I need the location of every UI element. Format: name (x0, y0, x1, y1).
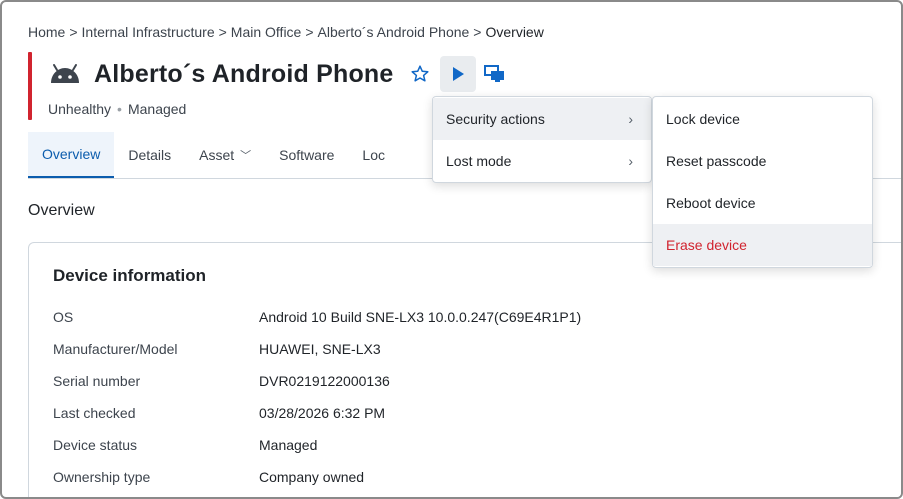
breadcrumb-separator: > (473, 24, 482, 40)
device-status-line: Unhealthy • Managed (48, 101, 186, 117)
title-row: Alberto´s Android Phone (48, 56, 506, 92)
menu-item-lock-device[interactable]: Lock device (653, 98, 872, 140)
info-row-last-checked: Last checked 03/28/2026 6:32 PM (53, 405, 385, 421)
management-status: Managed (127, 101, 187, 117)
chevron-down-icon: ﹀ (240, 150, 252, 162)
menu-item-label: Security actions (446, 111, 545, 127)
menu-item-erase-device[interactable]: Erase device (653, 224, 872, 266)
menu-item-reboot-device[interactable]: Reboot device (653, 182, 872, 224)
breadcrumb-device[interactable]: Alberto´s Android Phone (318, 24, 470, 40)
info-row-ownership-type: Ownership type Company owned (53, 469, 364, 485)
tab-label: Details (128, 147, 172, 163)
health-status: Unhealthy (48, 101, 112, 117)
star-outline-icon[interactable] (410, 64, 430, 84)
tab-software[interactable]: Software (265, 132, 348, 178)
menu-item-label: Reset passcode (666, 153, 767, 169)
info-value: Company owned (259, 469, 365, 485)
info-label: Manufacturer/Model (53, 341, 178, 357)
info-value: Android 10 Build SNE-LX3 10.0.0.247(C69E… (259, 309, 582, 325)
breadcrumb-separator: > (69, 24, 78, 40)
menu-item-label: Reboot device (666, 195, 756, 211)
tab-label: Asset (199, 147, 235, 163)
device-overview-window: Home > Internal Infrastructure > Main Office… (0, 0, 903, 499)
card-title: Device information (53, 266, 207, 285)
info-label: Ownership type (53, 469, 151, 485)
info-row-manufacturer-model: Manufacturer/Model HUAWEI, SNE-LX3 (53, 341, 381, 357)
info-value: DVR0219122000136 (259, 373, 390, 389)
page-title: Alberto´s Android Phone (94, 59, 394, 88)
tab-bar: Overview Details Asset ﹀ Software Loc (28, 132, 399, 178)
info-label: OS (53, 309, 74, 325)
chevron-right-icon: › (628, 111, 633, 127)
chevron-right-icon: › (628, 153, 633, 169)
actions-menu: Security actions › Lost mode › (432, 96, 652, 183)
menu-item-label: Lost mode (446, 153, 512, 169)
tab-label: Loc (362, 147, 385, 163)
tab-asset[interactable]: Asset ﹀ (185, 132, 265, 178)
device-information-card: Device information OS Android 10 Build SN… (28, 242, 901, 497)
menu-item-reset-passcode[interactable]: Reset passcode (653, 140, 872, 182)
breadcrumb-home[interactable]: Home (28, 24, 65, 40)
health-status-bar (28, 52, 32, 120)
tab-label: Software (279, 147, 335, 163)
remote-desktop-icon[interactable] (483, 64, 506, 84)
breadcrumb-internal-infrastructure[interactable]: Internal Infrastructure (82, 24, 215, 40)
info-row-device-status: Device status Managed (53, 437, 317, 453)
tab-details[interactable]: Details (114, 132, 185, 178)
tab-location[interactable]: Loc (348, 132, 399, 178)
security-actions-submenu: Lock device Reset passcode Reboot device… (652, 96, 873, 268)
android-icon (51, 64, 79, 83)
breadcrumb-separator: > (305, 24, 314, 40)
info-label: Serial number (53, 373, 141, 389)
play-icon (452, 67, 464, 81)
breadcrumb: Home > Internal Infrastructure > Main Office… (28, 24, 544, 40)
status-separator: • (117, 101, 122, 117)
info-label: Last checked (53, 405, 136, 421)
info-row-serial-number: Serial number DVR0219122000136 (53, 373, 390, 389)
section-title: Overview (28, 202, 95, 219)
info-row-os: OS Android 10 Build SNE-LX3 10.0.0.247(C6… (53, 309, 581, 325)
menu-item-label: Erase device (666, 237, 747, 253)
menu-item-lost-mode[interactable]: Lost mode › (433, 140, 651, 182)
actions-button[interactable] (439, 56, 476, 92)
tab-overview[interactable]: Overview (28, 132, 115, 178)
info-value: Managed (259, 437, 318, 453)
menu-item-security-actions[interactable]: Security actions › (433, 98, 651, 140)
menu-item-label: Lock device (666, 111, 740, 127)
breadcrumb-current: Overview (485, 24, 544, 40)
info-value: HUAWEI, SNE-LX3 (259, 341, 381, 357)
breadcrumb-separator: > (218, 24, 227, 40)
tab-label: Overview (42, 146, 101, 162)
info-value: 03/28/2026 6:32 PM (259, 405, 386, 421)
breadcrumb-main-office[interactable]: Main Office (231, 24, 302, 40)
info-label: Device status (53, 437, 138, 453)
